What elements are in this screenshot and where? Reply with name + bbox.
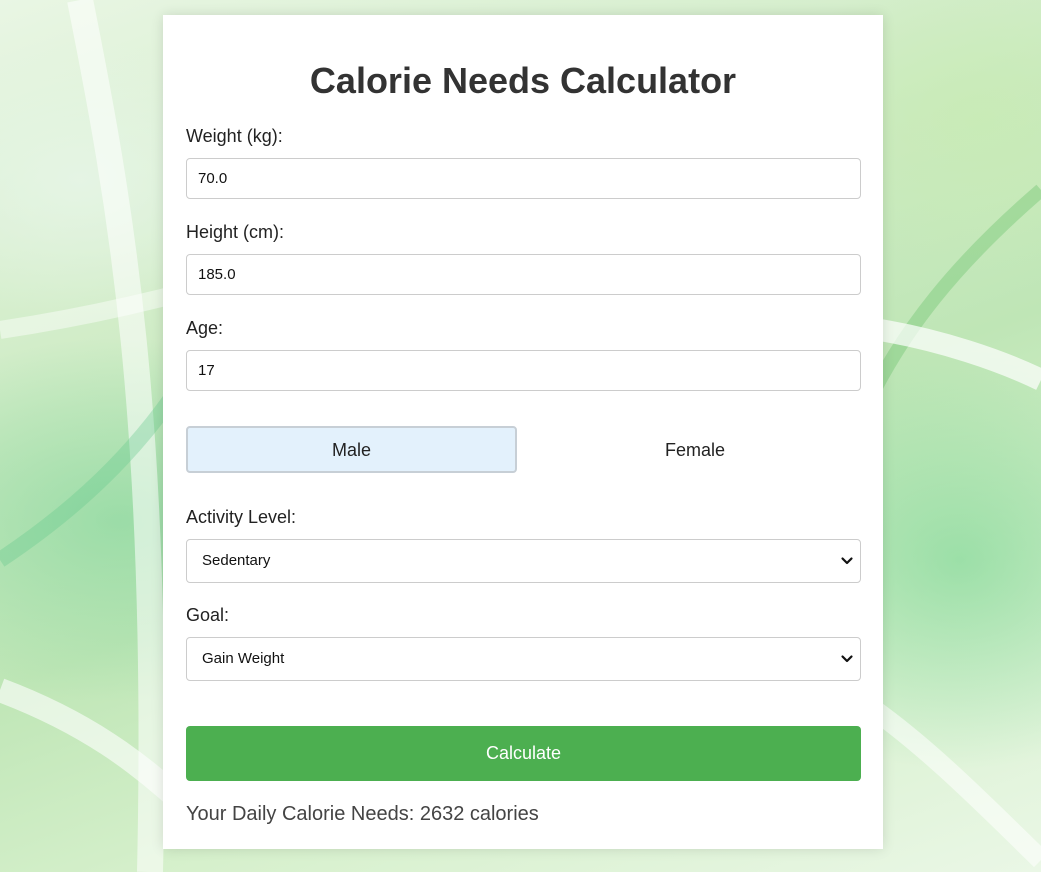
height-label: Height (cm): (186, 222, 285, 242)
result-text: Your Daily Calorie Needs: 2632 calories (186, 803, 539, 825)
goal-label: Goal: (186, 605, 230, 625)
goal-value: Gain Weight (202, 650, 285, 667)
activity-level-label: Activity Level: (186, 507, 297, 527)
activity-level-select[interactable]: Sedentary (186, 539, 861, 583)
calculate-button[interactable]: Calculate (186, 726, 861, 781)
height-input[interactable]: 185.0 (186, 254, 861, 295)
page-title: Calorie Needs Calculator (309, 60, 737, 101)
weight-label: Weight (kg): (186, 126, 283, 146)
goal-select[interactable]: Gain Weight (186, 637, 861, 681)
age-label: Age: (186, 318, 224, 338)
weight-input[interactable]: 70.0 (186, 158, 861, 199)
chevron-down-icon (841, 557, 853, 565)
calculator-card: Calorie Needs Calculator Weight (kg): 70… (163, 15, 883, 849)
chevron-down-icon (841, 655, 853, 663)
activity-level-value: Sedentary (202, 552, 271, 569)
gender-female-button[interactable]: Female (529, 426, 861, 473)
age-input[interactable]: 17 (186, 350, 861, 391)
gender-male-button[interactable]: Male (186, 426, 517, 473)
